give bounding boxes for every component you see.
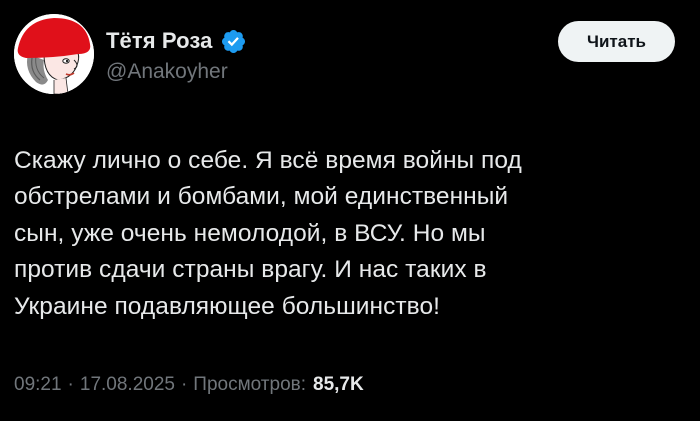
views-count[interactable]: 85,7K <box>313 374 364 396</box>
tweet-text: Скажу лично о себе. Я всё время войны по… <box>14 147 522 320</box>
tweet-meta: 09:21 · 17.08.2025 · Просмотров: 85,7K <box>14 374 364 396</box>
meta-separator: · <box>67 374 74 395</box>
avatar[interactable] <box>14 14 94 94</box>
meta-separator-2: · <box>180 374 188 395</box>
verified-badge-icon[interactable] <box>220 28 247 55</box>
tweet-time[interactable]: 09:21 <box>14 374 62 396</box>
tweet-date[interactable]: 17.08.2025 <box>80 374 175 396</box>
follow-button[interactable]: Читать <box>558 21 675 62</box>
tweet-card[interactable]: Тётя Роза @Anakoyher Читать Скажу лично … <box>0 0 700 421</box>
author-display-name[interactable]: Тётя Роза <box>106 28 212 54</box>
avatar-woman-red-hat-icon <box>14 14 94 94</box>
author-name-row: Тётя Роза <box>106 26 247 56</box>
author-handle[interactable]: @Anakoyher <box>106 60 228 84</box>
views-label: Просмотров: <box>193 374 307 395</box>
